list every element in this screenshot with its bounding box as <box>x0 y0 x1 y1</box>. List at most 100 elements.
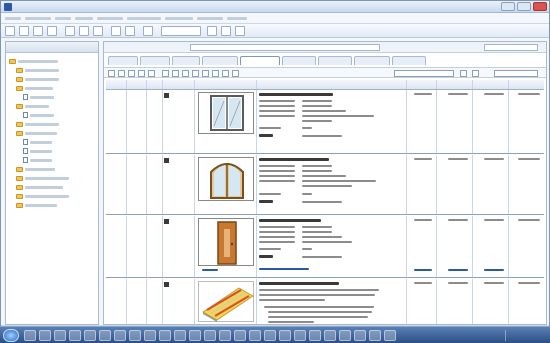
toolbar-button[interactable] <box>5 26 15 36</box>
taskbar-app-icon[interactable] <box>84 330 96 341</box>
start-button[interactable] <box>3 329 19 342</box>
grid-tool-button[interactable] <box>138 70 145 77</box>
grid-tool-button[interactable] <box>202 70 209 77</box>
taskbar-app-icon[interactable] <box>354 330 366 341</box>
tree-item[interactable] <box>23 147 52 155</box>
tree-item[interactable] <box>16 120 59 128</box>
tab[interactable] <box>172 56 200 65</box>
taskbar-app-icon[interactable] <box>279 330 291 341</box>
menu-item[interactable] <box>197 17 223 20</box>
taskbar-app-icon[interactable] <box>159 330 171 341</box>
tree-item[interactable] <box>23 111 54 119</box>
toolbar-button[interactable] <box>19 26 29 36</box>
tab[interactable] <box>202 56 238 65</box>
tree-item[interactable] <box>23 93 54 101</box>
taskbar-app-icon[interactable] <box>249 330 261 341</box>
tree-item[interactable] <box>16 183 63 191</box>
table-row[interactable] <box>106 155 544 215</box>
tab[interactable] <box>392 56 426 65</box>
menu-item[interactable] <box>97 17 123 20</box>
grid-tool-button[interactable] <box>232 70 239 77</box>
tree-item[interactable] <box>16 75 59 83</box>
toolbar-button[interactable] <box>33 26 43 36</box>
system-tray[interactable] <box>505 330 545 341</box>
taskbar-app-icon[interactable] <box>339 330 351 341</box>
minimize-button[interactable] <box>501 2 515 11</box>
menu-item[interactable] <box>227 17 247 20</box>
tab-active[interactable] <box>240 56 280 65</box>
tab[interactable] <box>318 56 352 65</box>
maximize-button[interactable] <box>517 2 531 11</box>
grid-tool-button[interactable] <box>472 70 479 77</box>
taskbar-app-icon[interactable] <box>384 330 396 341</box>
taskbar-app-icon[interactable] <box>204 330 216 341</box>
toolbar-button[interactable] <box>207 26 217 36</box>
taskbar-app-icon[interactable] <box>294 330 306 341</box>
table-row[interactable] <box>106 216 544 278</box>
tree-item[interactable] <box>16 174 69 182</box>
grid-tool-button[interactable] <box>212 70 219 77</box>
menu-item[interactable] <box>25 17 51 20</box>
grid-tool-button[interactable] <box>222 70 229 77</box>
grid-tool-button[interactable] <box>460 70 467 77</box>
toolbar-button[interactable] <box>47 26 57 36</box>
taskbar-app-icon[interactable] <box>144 330 156 341</box>
tab[interactable] <box>108 56 138 65</box>
tree-item[interactable] <box>16 201 57 209</box>
tree-item[interactable] <box>16 165 55 173</box>
tree-item[interactable] <box>9 57 58 65</box>
tree-item[interactable] <box>16 66 59 74</box>
taskbar-app-icon[interactable] <box>189 330 201 341</box>
toolbar-button[interactable] <box>79 26 89 36</box>
grid-filter-field[interactable] <box>394 70 454 77</box>
taskbar-app-icon[interactable] <box>219 330 231 341</box>
taskbar-app-icon[interactable] <box>99 330 111 341</box>
close-button[interactable] <box>533 2 547 11</box>
taskbar-app-icon[interactable] <box>24 330 36 341</box>
toolbar-button[interactable] <box>235 26 245 36</box>
toolbar-button[interactable] <box>111 26 121 36</box>
link-text[interactable] <box>202 269 218 271</box>
taskbar-app-icon[interactable] <box>129 330 141 341</box>
taskbar-app-icon[interactable] <box>114 330 126 341</box>
grid-tool-button[interactable] <box>148 70 155 77</box>
menu-item[interactable] <box>127 17 161 20</box>
tab[interactable] <box>140 56 170 65</box>
toolbar-button[interactable] <box>143 26 153 36</box>
taskbar-app-icon[interactable] <box>324 330 336 341</box>
taskbar-app-icon[interactable] <box>69 330 81 341</box>
grid-tool-button[interactable] <box>162 70 169 77</box>
taskbar-app-icon[interactable] <box>264 330 276 341</box>
taskbar-app-icon[interactable] <box>369 330 381 341</box>
tree-item[interactable] <box>16 102 49 110</box>
menu-item[interactable] <box>75 17 93 20</box>
taskbar-app-icon[interactable] <box>54 330 66 341</box>
taskbar-app-icon[interactable] <box>309 330 321 341</box>
menu-item[interactable] <box>55 17 71 20</box>
toolbar-button[interactable] <box>65 26 75 36</box>
toolbar-button[interactable] <box>125 26 135 36</box>
menu-item[interactable] <box>165 17 193 20</box>
grid-tool-button[interactable] <box>192 70 199 77</box>
toolbar-button[interactable] <box>221 26 231 36</box>
table-row[interactable] <box>106 279 544 324</box>
grid-tool-button[interactable] <box>172 70 179 77</box>
document-date-field[interactable] <box>484 44 538 51</box>
tree-item[interactable] <box>23 156 52 164</box>
grid-tool-button[interactable] <box>108 70 115 77</box>
document-name-field[interactable] <box>190 44 380 51</box>
table-row[interactable] <box>106 90 544 154</box>
menu-item[interactable] <box>5 17 21 20</box>
tree-item[interactable] <box>16 129 57 137</box>
grid-tool-button[interactable] <box>128 70 135 77</box>
grid-tool-button[interactable] <box>182 70 189 77</box>
taskbar-app-icon[interactable] <box>234 330 246 341</box>
tree-item[interactable] <box>23 138 52 146</box>
tab[interactable] <box>282 56 316 65</box>
taskbar-app-icon[interactable] <box>39 330 51 341</box>
tree-item[interactable] <box>16 84 53 92</box>
tree-item[interactable] <box>16 192 69 200</box>
grid-tool-button[interactable] <box>118 70 125 77</box>
options-dropdown[interactable] <box>494 70 538 77</box>
toolbar-dropdown[interactable] <box>161 26 201 36</box>
